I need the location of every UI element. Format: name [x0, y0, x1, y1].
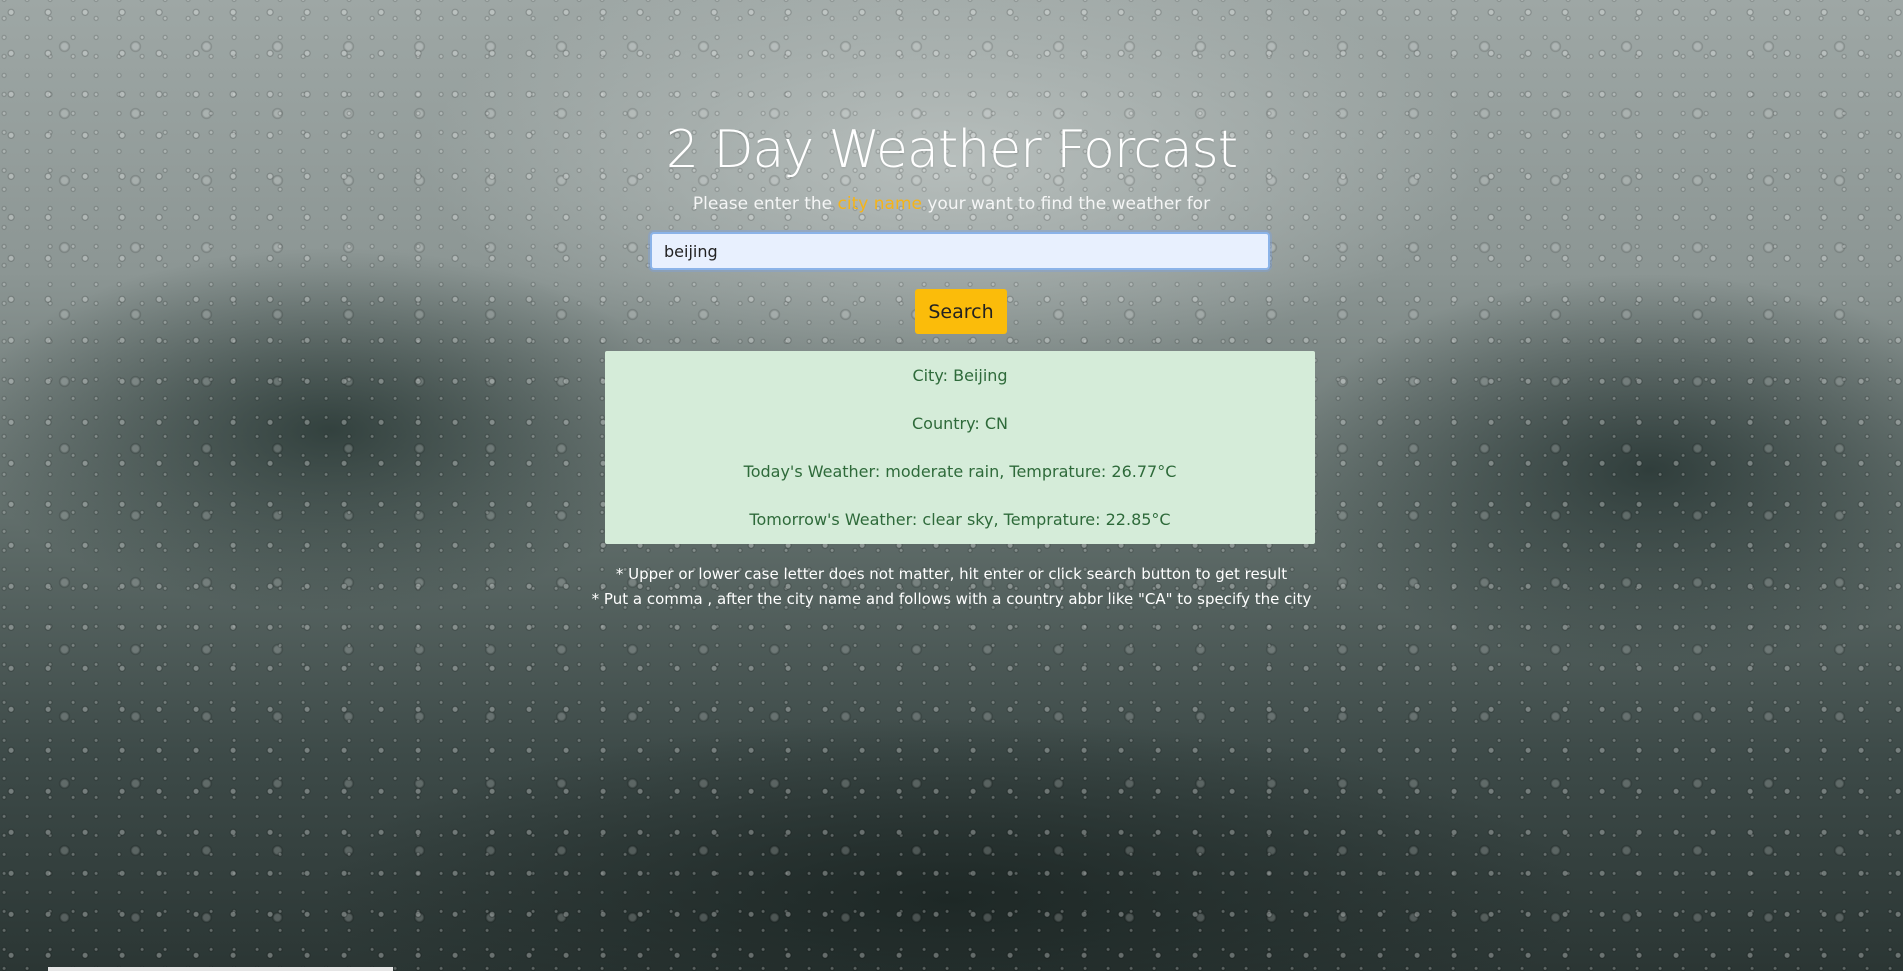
- result-tomorrow-weather: Tomorrow's Weather: clear sky, Tempratur…: [749, 510, 1171, 529]
- bottom-strip: [48, 967, 393, 971]
- subtitle-text-before: Please enter the: [692, 194, 838, 214]
- page-subtitle: Please enter the city name your want to …: [0, 192, 1903, 216]
- result-city: City: Beijing: [912, 366, 1008, 385]
- city-search-input[interactable]: [650, 232, 1270, 270]
- weather-result-panel: City: Beijing Country: CN Today's Weathe…: [605, 351, 1315, 544]
- subtitle-highlight: city name: [837, 194, 922, 214]
- note-country-abbr: * Put a comma , after the city name and …: [591, 590, 1312, 608]
- result-country: Country: CN: [911, 414, 1008, 433]
- page-title: 2 Day Weather Forcast: [665, 120, 1238, 180]
- usage-notes: * Upper or lower case letter does not ma…: [0, 562, 1903, 612]
- result-today-weather: Today's Weather: moderate rain, Tempratu…: [743, 462, 1177, 481]
- search-button[interactable]: Search: [915, 289, 1007, 334]
- subtitle-text-after: your want to find the weather for: [921, 194, 1211, 214]
- note-case-insensitive: * Upper or lower case letter does not ma…: [615, 565, 1288, 583]
